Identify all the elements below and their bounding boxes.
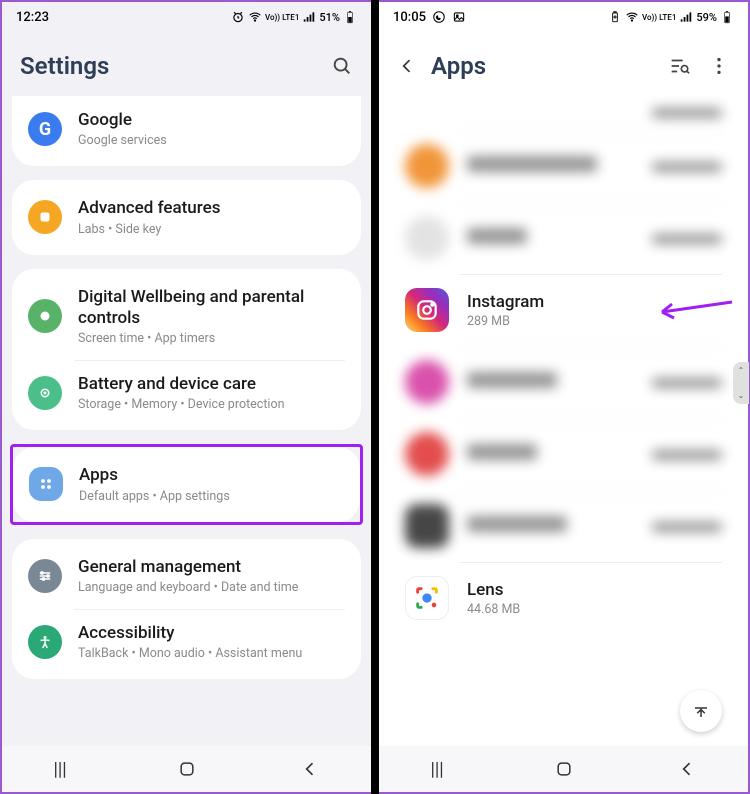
more-icon[interactable] [708,55,730,77]
page-title: Settings [20,52,331,80]
settings-header: Settings [2,32,371,96]
status-bar: 12:23 Vo)) LTE1 51% [2,2,371,32]
app-row-blurred[interactable] [389,346,738,418]
status-battery: 51% [319,11,340,24]
status-time: 12:23 [16,10,49,25]
instagram-icon [405,288,449,332]
nav-recent[interactable]: ||| [54,759,74,779]
battery-icon [720,10,734,24]
image-notif-icon [452,10,466,24]
whatsapp-icon [432,10,446,24]
status-time: 10:05 [393,10,426,25]
apps-icon [29,467,63,501]
filter-search-icon[interactable] [668,55,690,77]
battery-saver-icon [608,10,622,24]
settings-row-google[interactable]: G Google Google services [12,96,361,162]
app-row-blurred[interactable] [389,418,738,490]
status-net: Vo)) LTE1 [642,13,676,22]
apps-header: Apps [379,32,748,96]
nav-home[interactable] [177,759,197,779]
settings-screen: 12:23 Vo)) LTE1 51% Settings G Google Go… [0,0,371,794]
nav-back[interactable] [677,759,697,779]
nav-bar: ||| [2,746,371,792]
alarm-icon [231,10,245,24]
battery-care-icon [28,376,62,410]
settings-row-accessibility[interactable]: Accessibility TalkBack • Mono audio • As… [12,609,361,675]
scroll-indicator[interactable]: ⌃⌄ [733,362,749,404]
lens-icon [405,576,449,620]
signal-icon [679,10,693,24]
wifi-icon [248,10,262,24]
app-row-blurred[interactable] [389,202,738,274]
wifi-icon [625,10,639,24]
general-icon [28,559,62,593]
app-name: Lens [467,580,722,600]
settings-row-apps[interactable]: Apps Default apps • App settings [13,451,360,517]
app-row-blurred[interactable] [389,490,738,562]
app-size: 289 MB [467,314,722,329]
status-right: Vo)) LTE1 51% [231,10,357,24]
app-name: Instagram [467,292,722,312]
settings-row-wellbeing[interactable]: Digital Wellbeing and parental controls … [12,273,361,361]
nav-recent[interactable]: ||| [431,759,451,779]
nav-bar: ||| [379,746,748,792]
status-bar: 10:05 Vo)) LTE1 59% [379,2,748,32]
nav-home[interactable] [554,759,574,779]
apps-screen: 10:05 Vo)) LTE1 59% Apps [379,0,750,794]
app-row-blurred[interactable] [389,130,738,202]
apps-highlight: Apps Default apps • App settings [10,444,363,524]
page-title: Apps [431,52,668,80]
app-row-blurred[interactable] [389,96,738,130]
settings-row-general[interactable]: General management Language and keyboard… [12,543,361,609]
advanced-icon [28,200,62,234]
status-battery: 59% [696,11,717,24]
google-icon: G [28,112,62,146]
status-right: Vo)) LTE1 59% [608,10,734,24]
settings-list: G Google Google services Advanced featur… [2,96,371,746]
app-row-lens[interactable]: Lens 44.68 MB [389,562,738,634]
app-row-instagram[interactable]: Instagram 289 MB [389,274,738,346]
nav-back[interactable] [300,759,320,779]
accessibility-icon [28,625,62,659]
signal-icon [302,10,316,24]
scroll-to-top-button[interactable] [680,690,722,732]
app-size: 44.68 MB [467,602,722,617]
status-net: Vo)) LTE1 [265,13,299,22]
settings-row-battery[interactable]: Battery and device care Storage • Memory… [12,360,361,426]
battery-icon [343,10,357,24]
back-icon[interactable] [397,56,417,76]
wellbeing-icon [28,299,62,333]
settings-row-advanced[interactable]: Advanced features Labs • Side key [12,184,361,250]
apps-list[interactable]: Instagram 289 MB [379,96,748,746]
search-icon[interactable] [331,55,353,77]
